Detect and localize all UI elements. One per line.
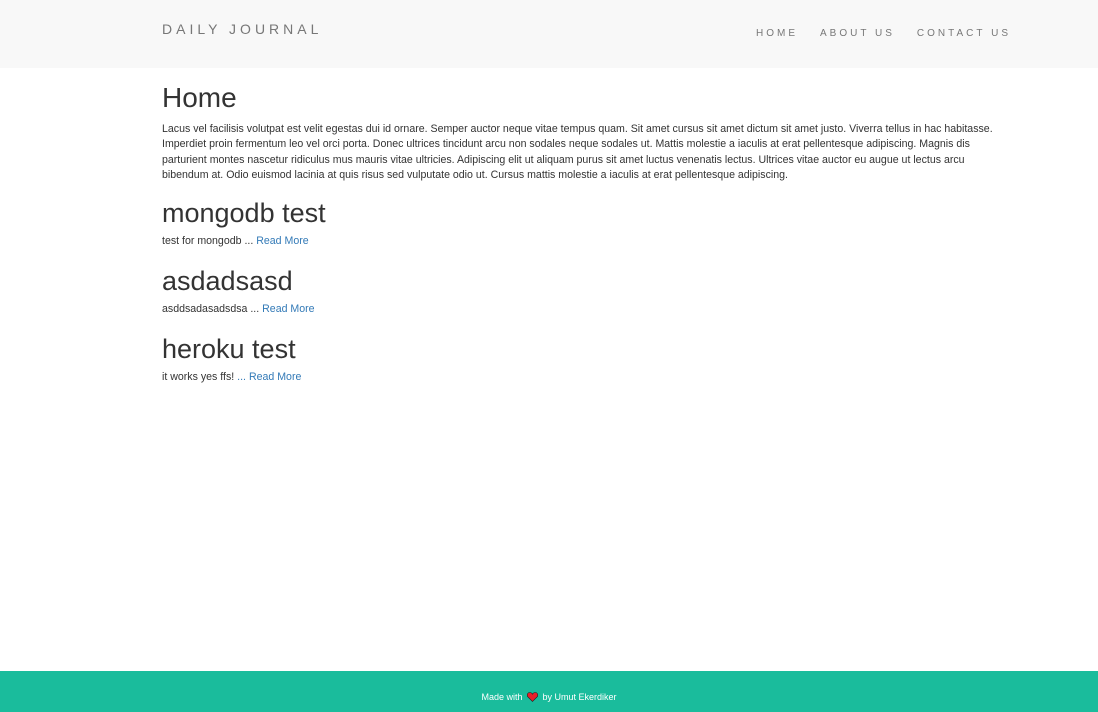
post-excerpt-line: test for mongodb ... Read More — [162, 234, 1012, 248]
page: DAILY JOURNAL HOME ABOUT US CONTACT US H… — [0, 0, 1098, 712]
post-title: heroku test — [162, 333, 296, 364]
nav-item-contact: CONTACT US — [917, 23, 1011, 41]
post-excerpt: asddsadasadsdsa — [162, 302, 248, 315]
read-more-link[interactable]: Read More — [256, 235, 308, 247]
post: mongodb test test for mongodb ... Read M… — [162, 198, 1012, 248]
navbar: DAILY JOURNAL HOME ABOUT US CONTACT US — [0, 0, 1098, 68]
read-more-link[interactable]: Read More — [262, 303, 314, 315]
nav-menu: HOME ABOUT US CONTACT US — [756, 23, 1011, 41]
brand-link[interactable]: DAILY JOURNAL — [162, 20, 322, 38]
nav-link-about-us[interactable]: ABOUT US — [820, 28, 895, 39]
post-excerpt-line: it works yes ffs! ... Read More — [162, 370, 1012, 384]
page-title: Home — [162, 82, 237, 113]
post: heroku test it works yes ffs! ... Read M… — [162, 334, 1012, 384]
post-excerpt-line: asddsadasadsdsa ... Read More — [162, 302, 1012, 316]
footer-credit: Made with by Umut Ekerdiker — [0, 691, 1098, 703]
post-excerpt: test for mongodb — [162, 234, 242, 247]
nav-link-home[interactable]: HOME — [756, 28, 798, 39]
post-title: mongodb test — [162, 197, 326, 228]
read-more-label: Read More — [248, 370, 302, 383]
intro-paragraph: Lacus vel facilisis volutpat est velit e… — [162, 123, 993, 182]
post-excerpt: it works yes ffs! — [162, 370, 235, 383]
nav-item-about: ABOUT US — [820, 23, 895, 41]
footer: Made with by Umut Ekerdiker — [0, 671, 1098, 712]
post-ellipsis: ... — [244, 234, 254, 247]
footer-suffix: by Umut Ekerdiker — [542, 692, 617, 702]
post-ellipsis: ... — [237, 370, 247, 383]
post-ellipsis: ... — [250, 302, 260, 315]
main-content: Home Lacus vel facilisis volutpat est ve… — [162, 78, 1012, 402]
post-title: asdadsasd — [162, 265, 293, 296]
post: asdadsasd asddsadasadsdsa ... Read More — [162, 266, 1012, 316]
footer-prefix: Made with — [481, 692, 523, 702]
nav-link-contact-us[interactable]: CONTACT US — [917, 28, 1011, 39]
heart-icon — [526, 692, 539, 702]
nav-item-home: HOME — [756, 23, 798, 41]
read-more-link[interactable]: ... Read More — [237, 371, 301, 383]
